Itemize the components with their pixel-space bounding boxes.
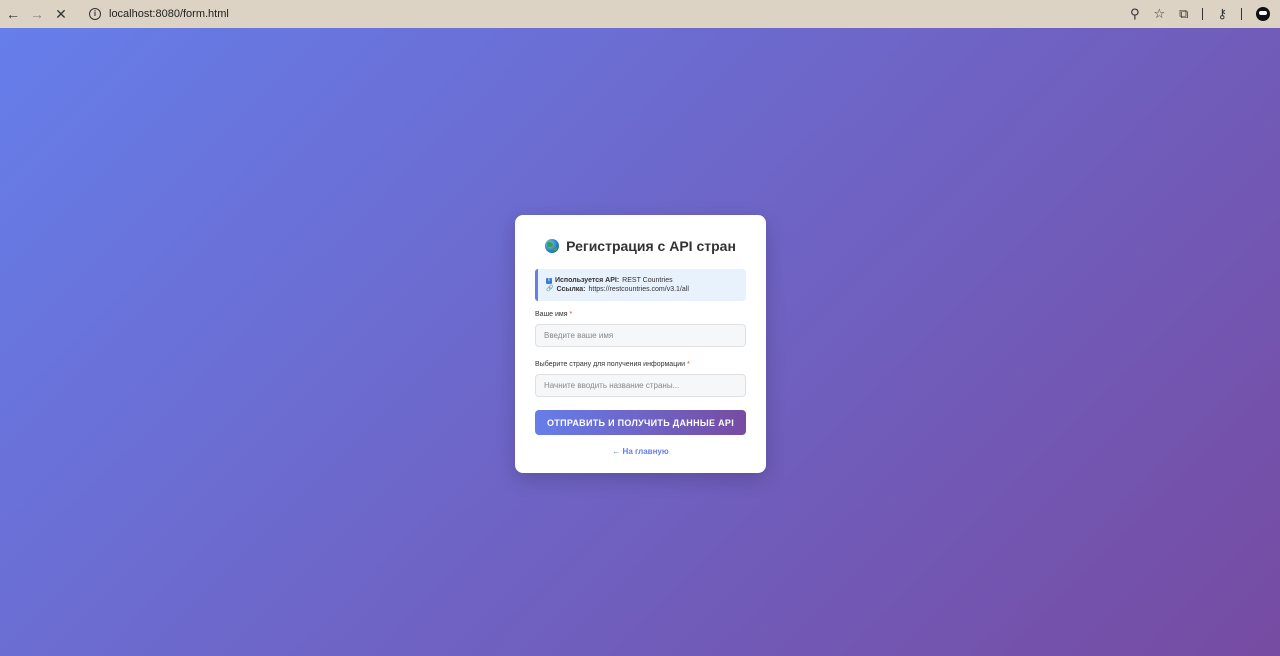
required-mark: * — [569, 311, 573, 318]
browser-right-tools: ⚲ ☆ ⧉ ⚷ — [1130, 0, 1270, 28]
api-link-line: 🔗 Ссылка: https://restcountries.com/v3.1… — [546, 285, 738, 294]
link-icon: 🔗 — [546, 286, 554, 292]
globe-icon — [545, 239, 560, 253]
toolbar-divider — [1241, 8, 1242, 20]
country-placeholder: Начните вводить название страны... — [544, 381, 680, 390]
form-title: Регистрация с API стран — [535, 236, 746, 256]
country-label-text: Выберите страну для получения информации — [535, 361, 686, 368]
country-input[interactable]: Начните вводить название страны... — [535, 374, 746, 397]
registration-card: Регистрация с API стран i Используется A… — [515, 215, 766, 473]
api-label: Используется API: — [555, 277, 620, 284]
required-mark: * — [686, 361, 690, 368]
site-info-icon[interactable]: i — [89, 8, 101, 20]
name-label: Ваше имя * — [535, 311, 746, 320]
country-label: Выберите страну для получения информации… — [535, 361, 746, 370]
form-title-text: Регистрация с API стран — [566, 238, 736, 254]
bookmark-star-icon[interactable]: ☆ — [1154, 6, 1166, 22]
browser-toolbar: ← → ✕ i localhost:8080/form.html ⚲ ☆ ⧉ ⚷ — [0, 0, 1280, 28]
profile-avatar-icon[interactable] — [1256, 7, 1270, 21]
url-text[interactable]: localhost:8080/form.html — [109, 8, 229, 20]
zoom-icon[interactable]: ⚲ — [1130, 6, 1140, 22]
address-bar[interactable]: i localhost:8080/form.html — [89, 3, 229, 25]
name-placeholder: Введите ваше имя — [544, 331, 614, 340]
password-key-icon[interactable]: ⚷ — [1217, 6, 1227, 22]
api-info-line: i Используется API: REST Countries — [546, 276, 738, 285]
link-label: Ссылка: — [556, 286, 586, 293]
stop-loading-icon[interactable]: ✕ — [49, 2, 73, 26]
submit-button[interactable]: ОТПРАВИТЬ И ПОЛУЧИТЬ ДАННЫЕ API — [535, 410, 746, 435]
api-value: REST Countries — [622, 277, 673, 284]
forward-arrow-icon[interactable]: → — [25, 2, 49, 26]
extensions-icon[interactable]: ⧉ — [1179, 6, 1188, 22]
api-info-box: i Используется API: REST Countries 🔗 Ссы… — [535, 269, 746, 301]
toolbar-divider — [1202, 8, 1204, 20]
home-link[interactable]: ← На главную — [535, 447, 746, 456]
name-input[interactable]: Введите ваше имя — [535, 324, 746, 347]
page-background: Регистрация с API стран i Используется A… — [0, 28, 1280, 656]
link-value: https://restcountries.com/v3.1/all — [588, 286, 689, 293]
info-icon: i — [546, 277, 552, 284]
name-label-text: Ваше имя — [535, 311, 568, 318]
back-arrow-icon[interactable]: ← — [1, 2, 25, 26]
